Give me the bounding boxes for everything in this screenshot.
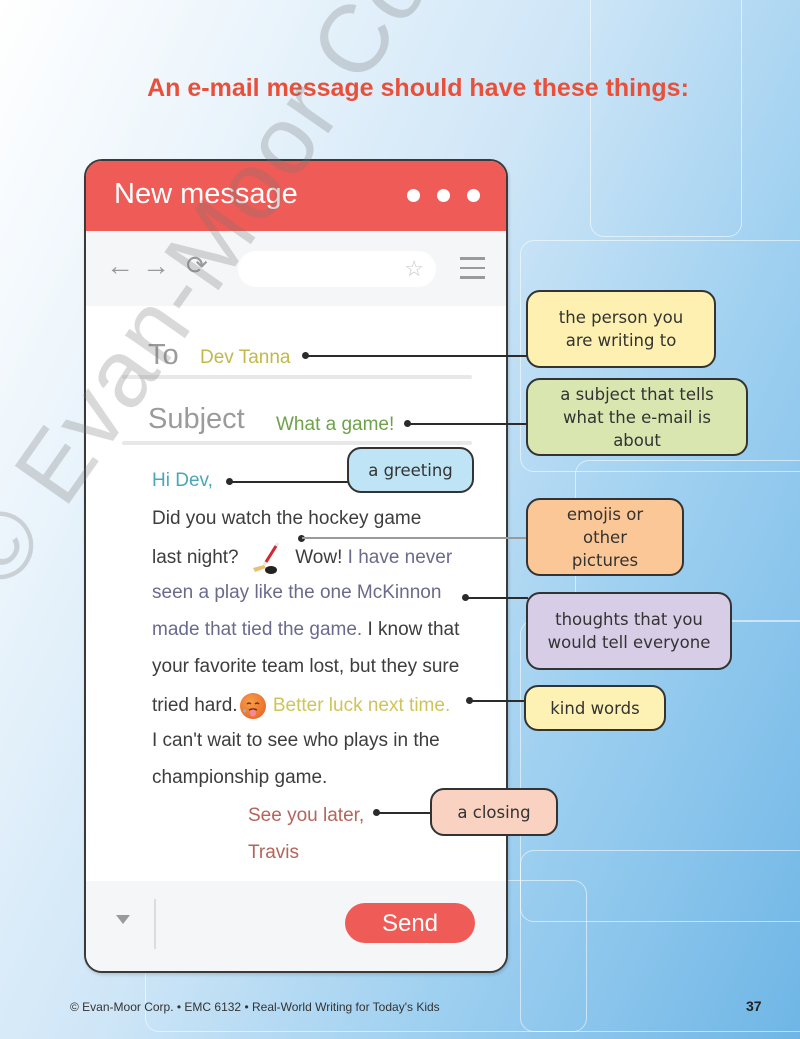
connector-line <box>230 481 348 483</box>
body-line: seen a play like the one McKinnon <box>152 582 442 603</box>
star-icon[interactable]: ☆ <box>404 256 424 282</box>
body-line: championship game. <box>152 767 328 788</box>
hockey-stick-icon <box>250 541 284 575</box>
callout-thoughts: thoughts that you would tell everyone <box>526 592 732 670</box>
reload-icon[interactable]: ⟳ <box>186 252 208 278</box>
connector-line <box>302 537 528 539</box>
connector-line <box>377 812 431 814</box>
subject-label: Subject <box>148 403 245 435</box>
footer-divider <box>154 899 156 949</box>
page-number: 37 <box>746 998 762 1014</box>
body-line: Did you watch the hockey game <box>152 508 422 529</box>
options-dropdown-icon[interactable] <box>116 915 130 924</box>
window-dot-icon[interactable] <box>437 189 450 202</box>
to-field-underline <box>122 375 472 379</box>
callout-greeting: a greeting <box>347 447 474 493</box>
subject-value[interactable]: What a game! <box>276 414 394 436</box>
forward-arrow-icon[interactable]: → <box>142 252 170 280</box>
window-dot-icon[interactable] <box>467 189 480 202</box>
window-header: New message <box>86 161 506 231</box>
callout-emojis: emojis or other pictures <box>526 498 684 576</box>
subject-field-underline <box>122 441 472 445</box>
callout-kind-words: kind words <box>524 685 666 731</box>
body-text-segment: Better luck next time. <box>272 695 451 717</box>
compose-footer: Send <box>86 881 506 971</box>
greeting-text: Hi Dev, <box>152 470 213 491</box>
body-text-segment: Wow! <box>295 547 343 569</box>
to-value[interactable]: Dev Tanna <box>200 347 291 369</box>
page-footer-credit: © Evan-Moor Corp. • EMC 6132 • Real-Worl… <box>70 1000 440 1014</box>
body-line: I can't wait to see who plays in the <box>152 730 440 751</box>
body-line: your favorite team lost, but they sure <box>152 656 460 677</box>
connector-line <box>470 700 526 702</box>
connector-line <box>466 597 528 599</box>
closing-text: See you later, <box>248 805 365 826</box>
body-text-segment: tried hard. <box>152 695 238 717</box>
back-arrow-icon[interactable]: ← <box>106 252 134 280</box>
email-window: New message ← → ⟳ ☆ To Dev Tanna Subject… <box>84 159 508 973</box>
signature-text: Travis <box>248 842 300 863</box>
browser-toolbar: ← → ⟳ ☆ <box>86 231 506 306</box>
window-title: New message <box>114 178 298 210</box>
window-controls <box>407 189 480 202</box>
body-text-segment: made that tied the game. <box>152 619 363 640</box>
hot-face-emoji-icon <box>239 693 266 719</box>
page-title: An e-mail message should have these thin… <box>147 74 689 102</box>
background-decoration <box>590 0 742 237</box>
connector-line <box>408 423 528 425</box>
callout-recipient: the person you are writing to <box>526 290 716 368</box>
body-line: tried hard. Better luck next time. <box>152 693 450 719</box>
body-text-segment: I have never <box>347 547 453 569</box>
connector-line <box>306 355 528 357</box>
window-dot-icon[interactable] <box>407 189 420 202</box>
body-line: made that tied the game. I know that <box>152 619 459 641</box>
body-text-segment: I know that <box>367 619 460 640</box>
callout-subject: a subject that tells what the e-mail is … <box>526 378 748 456</box>
hamburger-menu-icon[interactable] <box>460 257 485 286</box>
body-line: last night? Wow! I have never <box>152 541 452 575</box>
callout-closing: a closing <box>430 788 558 836</box>
to-label: To <box>148 339 179 371</box>
send-button[interactable]: Send <box>345 903 475 943</box>
body-text-segment: last night? <box>152 547 239 569</box>
address-bar[interactable]: ☆ <box>238 251 436 287</box>
